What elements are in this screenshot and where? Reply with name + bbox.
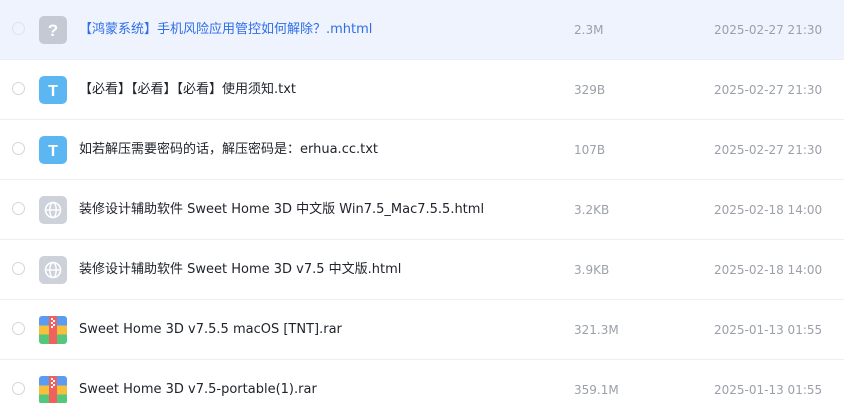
file-name[interactable]: 装修设计辅助软件 Sweet Home 3D v7.5 中文版.html	[79, 261, 401, 279]
file-name[interactable]: 【必看】【必看】【必看】使用须知.txt	[79, 81, 296, 99]
file-row[interactable]: 装修设计辅助软件 Sweet Home 3D v7.5 中文版.html 3.9…	[0, 240, 844, 300]
text-file-icon: T	[39, 76, 67, 104]
file-modified-date: 2025-02-27 21:30	[714, 143, 823, 157]
row-checkbox[interactable]	[12, 262, 25, 275]
file-row[interactable]: T 如若解压需要密码的话，解压密码是：erhua.cc.txt 107B 202…	[0, 120, 844, 180]
file-row[interactable]: T 【必看】【必看】【必看】使用须知.txt 329B 2025-02-27 2…	[0, 60, 844, 120]
archive-file-icon	[39, 376, 67, 403]
file-size: 107B	[574, 143, 606, 157]
text-file-icon: T	[39, 136, 67, 164]
file-row[interactable]: ? 【鸿蒙系统】手机风险应用管控如何解除？.mhtml 2.3M 2025-02…	[0, 0, 844, 60]
file-name[interactable]: Sweet Home 3D v7.5-portable(1).rar	[79, 381, 317, 399]
file-size: 2.3M	[574, 23, 604, 37]
file-size: 3.9KB	[574, 263, 610, 277]
file-modified-date: 2025-02-27 21:30	[714, 83, 823, 97]
file-row[interactable]: Sweet Home 3D v7.5-portable(1).rar 359.1…	[0, 360, 844, 403]
file-modified-date: 2025-02-18 14:00	[714, 263, 823, 277]
file-name[interactable]: 装修设计辅助软件 Sweet Home 3D 中文版 Win7.5_Mac7.5…	[79, 201, 484, 219]
file-size: 321.3M	[574, 323, 619, 337]
file-name[interactable]: 【鸿蒙系统】手机风险应用管控如何解除？.mhtml	[79, 21, 372, 39]
row-checkbox[interactable]	[12, 382, 25, 395]
unknown-file-icon: ?	[39, 16, 67, 44]
file-list: ? 【鸿蒙系统】手机风险应用管控如何解除？.mhtml 2.3M 2025-02…	[0, 0, 844, 403]
row-checkbox[interactable]	[12, 142, 25, 155]
file-size: 359.1M	[574, 383, 619, 397]
file-modified-date: 2025-02-18 14:00	[714, 203, 823, 217]
web-file-icon	[39, 196, 67, 224]
svg-text:T: T	[48, 83, 58, 100]
row-checkbox[interactable]	[12, 22, 25, 35]
web-file-icon	[39, 256, 67, 284]
row-checkbox[interactable]	[12, 82, 25, 95]
row-checkbox[interactable]	[12, 322, 25, 335]
file-name[interactable]: Sweet Home 3D v7.5.5 macOS [TNT].rar	[79, 321, 342, 339]
file-modified-date: 2025-01-13 01:55	[714, 383, 823, 397]
file-name[interactable]: 如若解压需要密码的话，解压密码是：erhua.cc.txt	[79, 141, 378, 159]
file-row[interactable]: 装修设计辅助软件 Sweet Home 3D 中文版 Win7.5_Mac7.5…	[0, 180, 844, 240]
svg-text:?: ?	[48, 21, 58, 40]
file-modified-date: 2025-01-13 01:55	[714, 323, 823, 337]
file-row[interactable]: Sweet Home 3D v7.5.5 macOS [TNT].rar 321…	[0, 300, 844, 360]
archive-file-icon	[39, 316, 67, 344]
file-modified-date: 2025-02-27 21:30	[714, 23, 823, 37]
row-checkbox[interactable]	[12, 202, 25, 215]
file-size: 329B	[574, 83, 606, 97]
svg-text:T: T	[48, 143, 58, 160]
file-size: 3.2KB	[574, 203, 610, 217]
